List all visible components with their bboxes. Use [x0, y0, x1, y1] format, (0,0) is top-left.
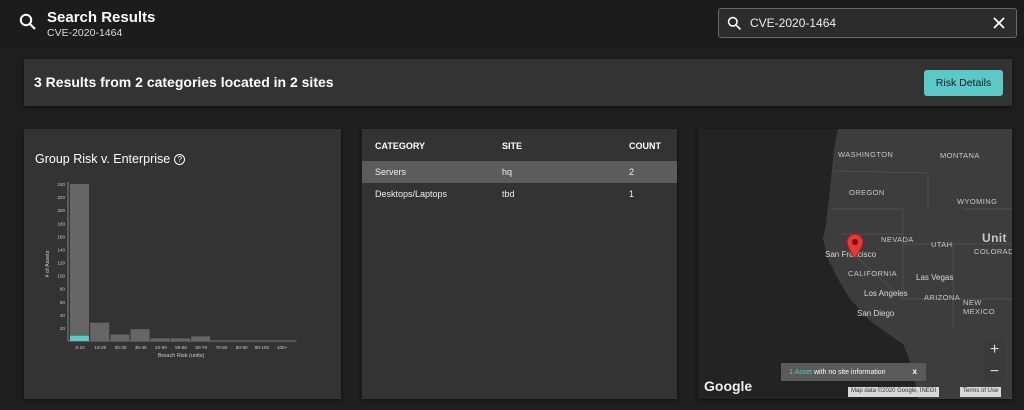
map-attribution[interactable]: Map data ©2020 Google, INEGI — [848, 387, 940, 397]
col-site[interactable]: SITE — [502, 141, 522, 151]
chart-panel: Group Risk v. Enterprise? 240 220 200 180 16… — [24, 129, 341, 399]
top-bar: Search Results CVE-2020-1464 CVE-2020-14… — [0, 0, 1024, 46]
map-terrain — [698, 129, 1012, 399]
x-tick-label: 10-20 — [94, 345, 106, 350]
asset-link[interactable]: 1 Asset — [789, 369, 812, 376]
enterprise-bar — [90, 322, 110, 341]
y-tick-label: 80 — [60, 287, 66, 292]
unlocated-assets-toast: 1 Asset with no site information x — [781, 363, 926, 381]
cell-category: Servers — [375, 167, 407, 177]
search-icon — [727, 16, 742, 31]
y-tick-label: 140 — [57, 247, 65, 252]
x-tick-label: 30-40 — [135, 345, 147, 350]
x-tick-label: 20-30 — [115, 345, 127, 350]
col-count[interactable]: COUNT — [629, 141, 661, 151]
enterprise-bar — [191, 336, 211, 341]
table-row[interactable]: Desktops/Laptops tbd 1 — [362, 183, 677, 205]
risk-details-button[interactable]: Risk Details — [924, 70, 1003, 96]
map-label-oregon: OREGON — [849, 188, 885, 197]
zoom-in-button[interactable]: + — [984, 339, 1005, 360]
y-tick-label: 180 — [57, 221, 65, 226]
histogram-chart: 240 220 200 180 160 140 120 100 80 60 40 20 0-10 10-2… — [45, 182, 297, 359]
cell-category: Desktops/Laptops — [375, 189, 448, 199]
results-banner: 3 Results from 2 categories located in 2… — [24, 59, 1012, 106]
page-title: Search Results — [47, 9, 156, 26]
search-icon — [19, 13, 36, 30]
x-tick-label: 90-100 — [255, 345, 270, 350]
x-tick-label: 50-60 — [175, 345, 187, 350]
y-tick-label: 100 — [57, 274, 65, 279]
y-tick-label: 200 — [57, 208, 65, 213]
map-pin-icon[interactable] — [846, 233, 864, 259]
map-label-colorado: COLORADO — [974, 247, 1012, 256]
group-bar — [70, 335, 89, 341]
map-label-arizona: ARIZONA — [924, 293, 961, 302]
y-axis-label: # of Assets — [45, 250, 51, 277]
x-axis-label: Breach Risk (units) — [158, 353, 205, 359]
x-tick-label: 80-90 — [236, 345, 248, 350]
map-city-las-vegas: Las Vegas — [916, 273, 954, 282]
y-tick-label: 40 — [60, 313, 66, 318]
zoom-control: + − — [984, 339, 1005, 383]
y-tick-label: 160 — [57, 234, 65, 239]
x-tick-label: 100+ — [277, 345, 288, 350]
map-label-new-mexico: NEW MEXICO — [963, 298, 995, 316]
map-city-san-diego: San Diego — [857, 309, 895, 318]
cell-site: hq — [502, 167, 513, 177]
enterprise-bar — [150, 338, 170, 341]
cell-site: tbd — [502, 189, 515, 199]
map-label-wyoming: WYOMING — [957, 197, 998, 206]
map-label-united-states: Unit — [982, 231, 1007, 245]
map-label-washington: WASHINGTON — [838, 150, 894, 159]
enterprise-bar — [130, 329, 150, 341]
map-label-california: CALIFORNIA — [848, 269, 898, 278]
enterprise-bar — [70, 184, 89, 341]
map-label-nevada: NEVADA — [881, 235, 914, 244]
terms-link[interactable]: Terms of Use — [960, 387, 1002, 397]
y-tick-label: 60 — [60, 300, 66, 305]
toast-close-button[interactable]: x — [913, 367, 917, 376]
y-tick-label: 20 — [60, 326, 66, 331]
search-value[interactable]: CVE-2020-1464 — [750, 16, 836, 30]
map-city-los-angeles: Los Angeles — [864, 289, 908, 298]
x-tick-label: 70-80 — [216, 345, 228, 350]
zoom-out-button[interactable]: − — [984, 361, 1005, 382]
map-panel[interactable]: WASHINGTON MONTANA OREGON WYOMING NEVADA… — [698, 129, 1012, 399]
enterprise-bar — [110, 334, 130, 341]
enterprise-bar — [171, 338, 190, 341]
close-icon[interactable] — [990, 14, 1008, 32]
toast-text: with no site information — [813, 368, 886, 376]
search-input[interactable]: CVE-2020-1464 — [718, 8, 1017, 38]
results-table: CATEGORY SITE COUNT Servers hq 2 Desktop… — [362, 129, 677, 399]
cell-count: 2 — [629, 167, 635, 177]
y-tick-label: 240 — [57, 182, 65, 187]
y-tick-label: 120 — [57, 261, 65, 266]
results-summary: 3 Results from 2 categories located in 2… — [34, 74, 334, 90]
table-row[interactable]: Servers hq 2 — [362, 161, 677, 183]
x-tick-label: 0-10 — [75, 345, 85, 350]
map-label-utah: UTAH — [931, 240, 953, 249]
table-header: CATEGORY SITE COUNT — [362, 129, 677, 160]
map-label-montana: MONTANA — [940, 151, 980, 160]
col-category[interactable]: CATEGORY — [375, 141, 425, 151]
cell-count: 1 — [629, 189, 635, 199]
y-tick-label: 220 — [57, 195, 65, 200]
x-tick-label: 40-50 — [155, 345, 167, 350]
google-logo: Google — [704, 378, 753, 394]
page-subtitle: CVE-2020-1464 — [47, 27, 123, 39]
x-tick-label: 60-70 — [195, 345, 207, 350]
